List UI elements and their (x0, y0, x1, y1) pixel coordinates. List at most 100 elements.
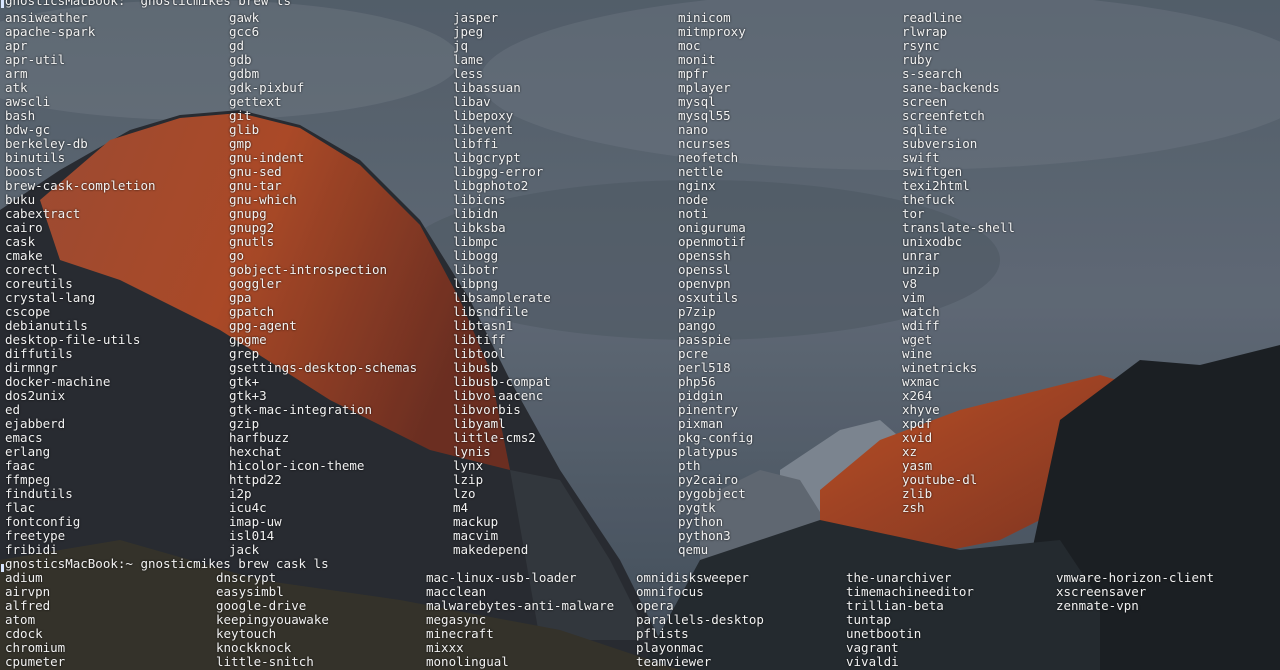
package-entry: pkg-config (678, 430, 754, 445)
package-entry: gsettings-desktop-schemas (229, 360, 418, 375)
package-entry: gawk (229, 10, 260, 25)
package-entry: isl014 (229, 528, 275, 543)
package-entry: thefuck (902, 192, 955, 207)
package-entry: cscope (5, 304, 51, 319)
package-entry: debianutils (5, 318, 88, 333)
package-entry: wine (902, 346, 933, 361)
package-entry: libtool (453, 346, 506, 361)
package-entry: gnu-tar (229, 178, 282, 193)
package-entry: minicom (678, 10, 731, 25)
package-entry: easysimbl (216, 584, 284, 599)
package-entry: trillian-beta (846, 598, 944, 613)
package-entry: gzip (229, 416, 260, 431)
package-entry: berkeley-db (5, 136, 88, 151)
package-entry: atom (5, 612, 36, 627)
package-entry: gpa (229, 290, 252, 305)
package-entry: diffutils (5, 346, 73, 361)
package-entry: jack (229, 542, 260, 557)
package-entry: subversion (902, 136, 978, 151)
package-entry: crystal-lang (5, 290, 96, 305)
package-entry: brew-cask-completion (5, 178, 156, 193)
package-entry: m4 (453, 500, 469, 515)
package-entry: php56 (678, 374, 716, 389)
package-entry: node (678, 192, 709, 207)
package-entry: macclean (426, 584, 487, 599)
package-entry: ffmpeg (5, 472, 51, 487)
package-entry: libsamplerate (453, 290, 551, 305)
package-entry: arm (5, 66, 28, 81)
package-entry: gpgme (229, 332, 267, 347)
package-entry: xvid (902, 430, 933, 445)
package-entry: jq (453, 38, 469, 53)
package-entry: libogg (453, 248, 499, 263)
package-entry: gettext (229, 94, 282, 109)
package-entry: libgphoto2 (453, 178, 529, 193)
package-entry: libassuan (453, 80, 521, 95)
package-entry: awscli (5, 94, 51, 109)
package-entry: gnutls (229, 234, 275, 249)
package-entry: unixodbc (902, 234, 963, 249)
package-entry: corectl (5, 262, 58, 277)
package-entry: goggler (229, 276, 282, 291)
package-entry: fribidi (5, 542, 58, 557)
package-entry: apr-util (5, 52, 66, 67)
package-entry: google-drive (216, 598, 307, 613)
package-entry: libpng (453, 276, 499, 291)
package-entry: pango (678, 318, 716, 333)
package-entry: libav (453, 94, 491, 109)
package-entry: pygtk (678, 500, 716, 515)
package-entry: pixman (678, 416, 724, 431)
package-entry: swiftgen (902, 164, 963, 179)
package-entry: opera (636, 598, 674, 613)
package-entry: wxmac (902, 374, 940, 389)
package-entry: wdiff (902, 318, 940, 333)
package-entry: ejabberd (5, 416, 66, 431)
package-entry: less (453, 66, 484, 81)
prompt-brew-cask-ls: gnosticsMacBook:~ gnosticmikes brew cask… (5, 556, 329, 571)
package-entry: unrar (902, 248, 940, 263)
package-entry: zsh (902, 500, 925, 515)
package-entry: moc (678, 38, 701, 53)
package-entry: s-search (902, 66, 963, 81)
package-entry: mysql (678, 94, 716, 109)
package-entry: docker-machine (5, 374, 111, 389)
package-entry: timemachineeditor (846, 584, 974, 599)
package-entry: gdk-pixbuf (229, 80, 305, 95)
package-entry: osxutils (678, 290, 739, 305)
package-entry: ruby (902, 52, 933, 67)
package-entry: rlwrap (902, 24, 948, 39)
package-entry: i2p (229, 486, 252, 501)
package-entry: vmware-horizon-client (1056, 570, 1215, 585)
package-entry: keytouch (216, 626, 277, 641)
package-entry: lzo (453, 486, 476, 501)
package-entry: ed (5, 402, 21, 417)
package-entry: megasync (426, 612, 487, 627)
package-entry: unetbootin (846, 626, 922, 641)
package-entry: atk (5, 80, 28, 95)
package-entry: libksba (453, 220, 506, 235)
package-entry: v8 (902, 276, 918, 291)
package-entry: gpg-agent (229, 318, 297, 333)
package-entry: noti (678, 206, 709, 221)
package-entry: libtasn1 (453, 318, 514, 333)
package-entry: passpie (678, 332, 731, 347)
package-entry: icu4c (229, 500, 267, 515)
package-entry: unzip (902, 262, 940, 277)
terminal-window[interactable]: gnosticsMacBook: gnosticmikes brew ls an… (0, 0, 1280, 670)
package-entry: vivaldi (846, 654, 899, 669)
brew-column-2: gawk gcc6 gd gdb gdbm gdk-pixbuf gettext git gli… (229, 11, 417, 557)
package-entry: jasper (453, 10, 499, 25)
package-entry: yasm (902, 458, 933, 473)
package-entry: malwarebytes-anti-malware (426, 598, 615, 613)
package-entry: gmp (229, 136, 252, 151)
package-entry: gdb (229, 52, 252, 67)
package-entry: the-unarchiver (846, 570, 952, 585)
package-entry: gd (229, 38, 245, 53)
package-entry: lame (453, 52, 484, 67)
package-entry: qemu (678, 542, 709, 557)
package-entry: swift (902, 150, 940, 165)
package-entry: libffi (453, 136, 499, 151)
package-entry: lzip (453, 472, 484, 487)
package-entry: py2cairo (678, 472, 739, 487)
package-entry: gcc6 (229, 24, 260, 39)
